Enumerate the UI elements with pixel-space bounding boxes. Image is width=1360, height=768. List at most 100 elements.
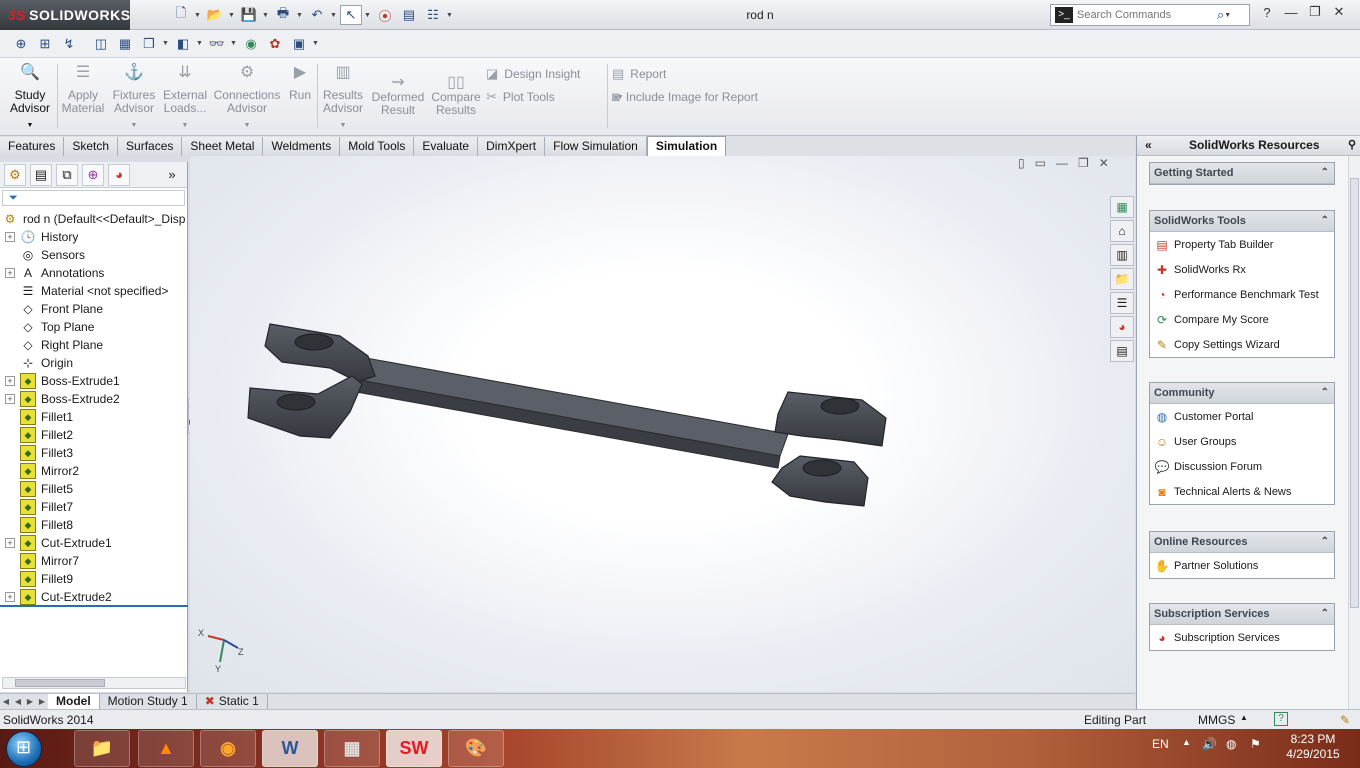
chevron-up-icon[interactable]: ▲ <box>1240 713 1248 722</box>
expand-icon[interactable]: + <box>5 538 15 548</box>
tab-simulation[interactable]: Simulation <box>646 136 727 156</box>
tab-sheet-metal[interactable]: Sheet Metal <box>182 137 264 156</box>
tree-node[interactable]: + ◆ Cut-Extrude2 <box>0 588 188 606</box>
tree-node[interactable]: ☰ Material <not specified> <box>0 282 188 300</box>
view-palette-icon[interactable]: ▦ <box>1110 196 1134 218</box>
print-icon[interactable]: 🖶 <box>272 5 294 25</box>
volume-icon[interactable]: 🔊 <box>1202 737 1217 751</box>
chevron-down-icon[interactable]: ▼ <box>228 12 236 19</box>
resource-link[interactable]: ◍ Customer Portal <box>1150 404 1334 429</box>
expand-icon[interactable]: + <box>5 268 15 278</box>
collapse-group-icon[interactable]: ⌃ <box>1321 604 1329 624</box>
view-settings-icon[interactable]: ▣ <box>288 33 310 55</box>
collapse-group-icon[interactable]: ⌃ <box>1321 211 1329 231</box>
open-folder-icon[interactable]: 📂 <box>204 5 226 25</box>
chevron-down-icon[interactable]: ▼ <box>1224 12 1232 19</box>
chevron-down-icon[interactable]: ▼ <box>320 119 366 132</box>
tab-mold-tools[interactable]: Mold Tools <box>340 137 415 156</box>
action-center-icon[interactable]: ⚑ <box>1250 737 1261 751</box>
collapse-pane-icon[interactable]: « <box>1145 136 1152 155</box>
resource-group-title[interactable]: Online Resources ⌃ <box>1150 532 1334 553</box>
start-button[interactable] <box>6 731 42 767</box>
graphics-area[interactable]: ▯ ▭ — ❐ ✕ ▦ ⌂ ▥ 📁 ☰ ◕ ▤ X Y Z <box>190 156 1135 692</box>
resource-group-title[interactable]: Subscription Services ⌃ <box>1150 604 1334 625</box>
run-button[interactable]: ▶ Run <box>286 65 314 102</box>
chevron-down-icon[interactable]: ▼ <box>446 12 454 19</box>
tab-sketch[interactable]: Sketch <box>64 137 119 156</box>
tree-node[interactable]: ◆ Fillet8 <box>0 516 188 534</box>
next-tab-icon[interactable]: ▶ <box>24 697 36 706</box>
tree-node[interactable]: + A Annotations <box>0 264 188 282</box>
collapse-group-icon[interactable]: ⌃ <box>1321 163 1329 183</box>
home-icon[interactable]: ⌂ <box>1110 220 1134 242</box>
connections-advisor-button[interactable]: ⚙ Connections Advisor ▼ <box>212 65 282 132</box>
deformed-result-button[interactable]: ⇝ Deformed Result <box>370 75 426 117</box>
tree-node[interactable]: ◎ Sensors <box>0 246 188 264</box>
tree-node[interactable]: ◆ Fillet3 <box>0 444 188 462</box>
solidworks-taskbar-icon[interactable]: SW <box>386 730 442 767</box>
tree-node[interactable]: ◇ Top Plane <box>0 318 188 336</box>
expand-panel-icon[interactable]: » <box>161 164 183 186</box>
view-orientation-icon[interactable]: ❒ <box>138 33 160 55</box>
tab-weldments[interactable]: Weldments <box>263 137 341 156</box>
chevron-down-icon[interactable]: ▼ <box>196 40 204 47</box>
tab-evaluate[interactable]: Evaluate <box>414 137 479 156</box>
help-button[interactable]: ? <box>1258 5 1276 20</box>
tab-motion-study[interactable]: Motion Study 1 <box>100 694 197 709</box>
results-advisor-button[interactable]: ▥ Results Advisor ▼ <box>320 65 366 132</box>
display-manager-icon[interactable]: ◕ <box>108 163 130 186</box>
scroll-thumb[interactable] <box>1350 178 1359 608</box>
scroll-thumb[interactable] <box>15 679 105 687</box>
prev-tab-icon[interactable]: ◀ <box>12 697 24 706</box>
collapse-group-icon[interactable]: ⌃ <box>1321 383 1329 403</box>
tree-node[interactable]: ◇ Right Plane <box>0 336 188 354</box>
resource-group-title[interactable]: Getting Started ⌃ <box>1150 163 1334 184</box>
feature-manager-icon[interactable]: ⚙ <box>4 163 26 186</box>
chevron-down-icon[interactable]: ▼ <box>312 40 320 47</box>
tree-node[interactable]: + 🕓 History <box>0 228 188 246</box>
apply-scene-icon[interactable]: ✿ <box>264 33 286 55</box>
chevron-down-icon[interactable]: ▼ <box>110 119 158 132</box>
resource-link[interactable]: ◙ Technical Alerts & News <box>1150 479 1334 504</box>
resource-link[interactable]: ✋ Partner Solutions <box>1150 553 1334 578</box>
include-image-button[interactable]: ◙ Include Image for Report <box>612 89 758 104</box>
first-tab-icon[interactable]: ◀ <box>0 697 12 706</box>
expand-icon[interactable]: + <box>5 232 15 242</box>
dimxpert-manager-icon[interactable]: ⊕ <box>82 163 104 186</box>
resource-link[interactable]: ▤ Property Tab Builder <box>1150 232 1334 257</box>
tab-features[interactable]: Features <box>0 137 65 156</box>
chevron-down-icon[interactable]: ▼ <box>296 12 304 19</box>
tree-node[interactable]: ◆ Fillet9 <box>0 570 188 588</box>
study-advisor-button[interactable]: 🔍 Study Advisor ▼ <box>8 65 52 132</box>
configuration-manager-icon[interactable]: ⧉ <box>56 163 78 186</box>
compare-results-button[interactable]: ▯▯ Compare Results <box>430 75 482 117</box>
taskbar-clock[interactable]: 8:23 PM 4/29/2015 <box>1278 732 1348 762</box>
tag-icon[interactable]: ✎ <box>1340 713 1350 727</box>
options-icon[interactable]: ☷ <box>422 5 444 25</box>
resource-link[interactable]: ◔ Performance Benchmark Test <box>1150 282 1334 307</box>
design-insight-button[interactable]: ◪ Design Insight <box>486 66 580 82</box>
expand-icon[interactable]: + <box>5 592 15 602</box>
tree-node[interactable]: ⊹ Origin <box>0 354 188 372</box>
show-hidden-icons[interactable]: ▲ <box>1182 737 1191 747</box>
collapse-group-icon[interactable]: ⌃ <box>1321 532 1329 552</box>
tree-node[interactable]: + ◆ Boss-Extrude1 <box>0 372 188 390</box>
help-icon[interactable]: ? <box>1274 712 1288 726</box>
save-icon[interactable]: 💾 <box>238 5 260 25</box>
hide-show-icon[interactable]: 👓 <box>206 33 228 55</box>
resource-link[interactable]: ⟳ Compare My Score <box>1150 307 1334 332</box>
file-explorer-taskbar-icon[interactable]: 📁 <box>74 730 130 767</box>
chevron-down-icon[interactable]: ▼ <box>330 12 338 19</box>
pin-icon[interactable]: ⚲ <box>1348 136 1356 155</box>
resource-group-title[interactable]: SolidWorks Tools ⌃ <box>1150 211 1334 232</box>
external-loads-button[interactable]: ⇊ External Loads... ▼ <box>162 65 208 132</box>
new-document-icon[interactable]: 🗋 <box>170 5 192 25</box>
rollback-bar[interactable] <box>0 605 188 607</box>
rebuild-traffic-light-icon[interactable]: ⦿ <box>374 5 396 25</box>
tree-filter[interactable]: ⏷ <box>2 190 185 206</box>
chevron-down-icon[interactable]: ▼ <box>262 12 270 19</box>
section-view-icon[interactable]: ◫ <box>90 33 112 55</box>
search-icon[interactable]: ⌕ <box>1217 7 1224 23</box>
word-taskbar-icon[interactable]: W <box>262 730 318 767</box>
property-manager-icon[interactable]: ▤ <box>30 163 52 186</box>
